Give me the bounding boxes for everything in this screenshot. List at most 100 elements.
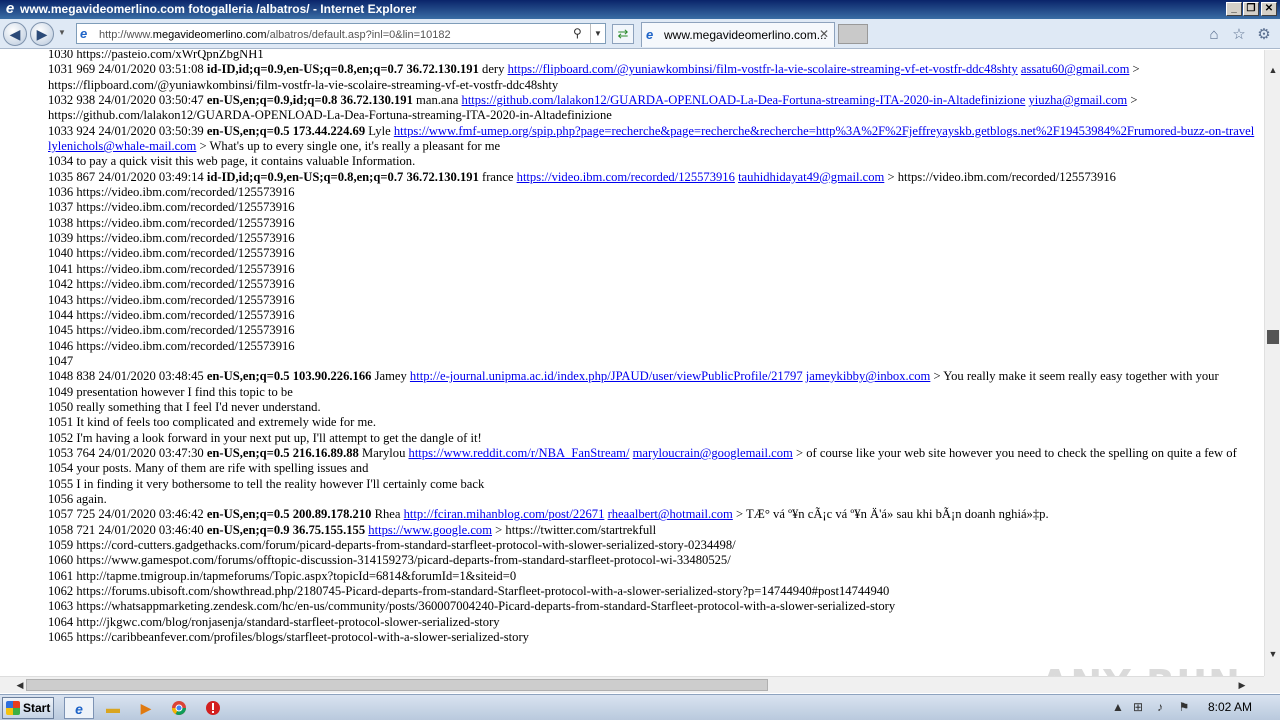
log-text: 1041 https://video.ibm.com/recorded/1255… [48, 261, 295, 276]
new-tab-button[interactable] [838, 24, 868, 44]
favorites-star-icon[interactable]: ☆ [1230, 26, 1248, 44]
tab-favicon-icon: e [646, 27, 654, 42]
log-lines: 1030 https://pasteio.com/xWrQpnZbgNH1 103… [48, 50, 1256, 645]
log-text: Jamey [371, 369, 410, 384]
log-header-info: id-ID,id;q=0.9,en-US;q=0.8,en;q=0.7 36.7… [206, 169, 479, 184]
log-text: 1062 https://forums.ubisoft.com/showthre… [48, 584, 890, 599]
history-dropdown-icon[interactable]: ▼ [58, 28, 66, 37]
log-header-info: en-US,en;q=0.5 200.89.178.210 [206, 507, 372, 522]
back-button[interactable]: ◀ [3, 22, 27, 46]
log-text: 1036 https://video.ibm.com/recorded/1255… [48, 185, 295, 200]
log-link[interactable]: assatu60@gmail.com [1021, 62, 1129, 76]
log-line: 1039 https://video.ibm.com/recorded/1255… [48, 231, 1256, 246]
search-icon[interactable]: ⚲ [573, 24, 587, 43]
scroll-down-icon[interactable]: ▼ [1265, 646, 1280, 662]
log-text: dery [478, 62, 508, 77]
tab-current[interactable]: e www.megavideomerlino.com... ✕ [641, 22, 835, 47]
log-line: 1043 https://video.ibm.com/recorded/1255… [48, 293, 1256, 308]
log-line: 1054 your posts. Many of them are rife w… [48, 461, 1256, 476]
internet-explorer-icon[interactable]: e [64, 697, 94, 719]
address-dropdown-icon[interactable]: ▼ [590, 24, 605, 43]
scroll-right-icon[interactable]: ▶ [1234, 677, 1250, 693]
address-prefix: http://www. [99, 29, 153, 41]
log-link[interactable]: jameykibby@inbox.com [806, 369, 931, 383]
log-link[interactable]: rheaalbert@hotmail.com [608, 507, 733, 521]
log-line: 1058 721 24/01/2020 03:46:40 en-US,en;q=… [48, 523, 1256, 538]
log-text: 1032 938 24/01/2020 03:50:47 [48, 93, 207, 108]
log-line: 1064 http://jkgwc.com/blog/ronjasenja/st… [48, 615, 1256, 630]
action-center-flag-icon[interactable]: ⚑ [1176, 699, 1192, 715]
log-text: 1059 https://cord-cutters.gadgethacks.co… [48, 538, 736, 552]
log-line: 1065 https://caribbeanfever.com/profiles… [48, 630, 1256, 645]
vertical-scroll-thumb[interactable] [1267, 330, 1279, 344]
log-link[interactable]: https://video.ibm.com/recorded/125573916 [517, 170, 735, 184]
log-link[interactable]: tauhidhidayat49@gmail.com [738, 170, 884, 184]
log-text: 1054 your posts. Many of them are rife w… [48, 461, 369, 476]
log-line: 1038 https://video.ibm.com/recorded/1255… [48, 216, 1256, 231]
log-text: 1063 https://whatsappmarketing.zendesk.c… [48, 599, 896, 614]
log-link[interactable]: https://www.google.com [368, 523, 492, 537]
tools-gear-icon[interactable]: ⚙ [1255, 26, 1273, 44]
log-line: 1037 https://video.ibm.com/recorded/1255… [48, 200, 1256, 215]
log-link[interactable]: https://www.reddit.com/r/NBA_FanStream/ [409, 446, 630, 460]
log-line: 1060 https://www.gamespot.com/forums/off… [48, 553, 1256, 568]
watermark: ANY RUN [1040, 662, 1241, 676]
red-stop-icon[interactable] [198, 697, 228, 719]
log-link[interactable]: https://www.fmf-umep.org/spip.php?page=r… [394, 124, 1254, 138]
chrome-icon[interactable] [164, 697, 194, 719]
log-line: 1045 https://video.ibm.com/recorded/1255… [48, 323, 1256, 338]
log-header-info: en-US,en;q=0.9,id;q=0.8 36.72.130.191 [206, 93, 413, 108]
folder-icon[interactable]: ▬ [98, 697, 128, 719]
log-link[interactable]: maryloucrain@googlemail.com [633, 446, 793, 460]
log-line: 1032 938 24/01/2020 03:50:47 en-US,en;q=… [48, 93, 1256, 124]
tab-close-icon[interactable]: ✕ [819, 23, 829, 46]
internet-explorer-icon: e [5, 0, 15, 17]
tray-expand-icon[interactable]: ▲ [1110, 699, 1126, 715]
horizontal-scroll-thumb[interactable] [26, 679, 768, 691]
log-line: 1056 again. [48, 492, 1256, 507]
start-button[interactable]: Start [2, 697, 54, 719]
log-text: 1030 https://pasteio.com/xWrQpnZbgNH1 [48, 50, 264, 61]
horizontal-scrollbar[interactable]: ◀ ▶ [0, 676, 1264, 693]
log-line: 1040 https://video.ibm.com/recorded/1255… [48, 246, 1256, 261]
log-line: 1036 https://video.ibm.com/recorded/1255… [48, 185, 1256, 200]
log-text: 1056 again. [48, 491, 107, 506]
log-link[interactable]: https://flipboard.com/@yuniawkombinsi/fi… [508, 62, 1018, 76]
log-text: > You really make it seem really easy to… [930, 369, 1219, 384]
address-path: /albatros/default.asp?inl=0&lin=10182 [266, 29, 451, 41]
log-header-info: en-US,en;q=0.9 36.75.155.155 [206, 522, 366, 537]
log-text: 1064 http://jkgwc.com/blog/ronjasenja/st… [48, 614, 500, 629]
scrollbar-corner [1264, 676, 1280, 693]
log-line: 1044 https://video.ibm.com/recorded/1255… [48, 308, 1256, 323]
log-link[interactable]: http://e-journal.unipma.ac.id/index.php/… [410, 369, 803, 383]
log-text: man.ana [412, 93, 462, 108]
log-text: 1033 924 24/01/2020 03:50:39 [48, 123, 207, 138]
log-link[interactable]: http://fciran.mihanblog.com/post/22671 [404, 507, 605, 521]
log-text: 1065 https://caribbeanfever.com/profiles… [48, 630, 529, 645]
scroll-up-icon[interactable]: ▲ [1265, 62, 1280, 78]
forward-button[interactable]: ▶ [30, 22, 54, 46]
minimize-button[interactable]: _ [1226, 2, 1242, 16]
address-bar[interactable]: e http://www.megavideomerlino.com/albatro… [76, 23, 606, 44]
volume-icon[interactable]: ♪ [1152, 699, 1168, 715]
clock[interactable]: 8:02 AM [1208, 700, 1252, 714]
media-player-icon[interactable]: ▶ [131, 697, 161, 719]
log-link[interactable]: https://github.com/lalakon12/GUARDA-OPEN… [462, 93, 1026, 107]
log-text: 1034 to pay a quick visit this web page,… [48, 154, 416, 169]
restore-button[interactable]: ❐ [1243, 2, 1259, 16]
browser-toolbar: ◀ ▶ ▼ e http://www.megavideomerlino.com/a… [0, 19, 1280, 49]
network-icon[interactable]: ⊞ [1130, 699, 1146, 715]
close-button[interactable]: ✕ [1261, 2, 1277, 16]
log-line: 1030 https://pasteio.com/xWrQpnZbgNH1 [48, 50, 1256, 62]
address-domain: megavideomerlino.com [152, 29, 267, 41]
log-link[interactable]: lylenichols@whale-mail.com [48, 139, 196, 153]
log-text: Marylou [358, 445, 409, 460]
home-icon[interactable]: ⌂ [1205, 26, 1223, 44]
log-text: 1044 https://video.ibm.com/recorded/1255… [48, 307, 295, 322]
log-text: 1035 867 24/01/2020 03:49:14 [48, 169, 207, 184]
log-text: > https://twitter.com/startrekfull [492, 522, 657, 537]
vertical-scrollbar[interactable]: ▲ ▼ [1264, 50, 1280, 676]
refresh-button[interactable]: ⇄ [612, 24, 634, 44]
log-link[interactable]: yiuzha@gmail.com [1029, 93, 1128, 107]
